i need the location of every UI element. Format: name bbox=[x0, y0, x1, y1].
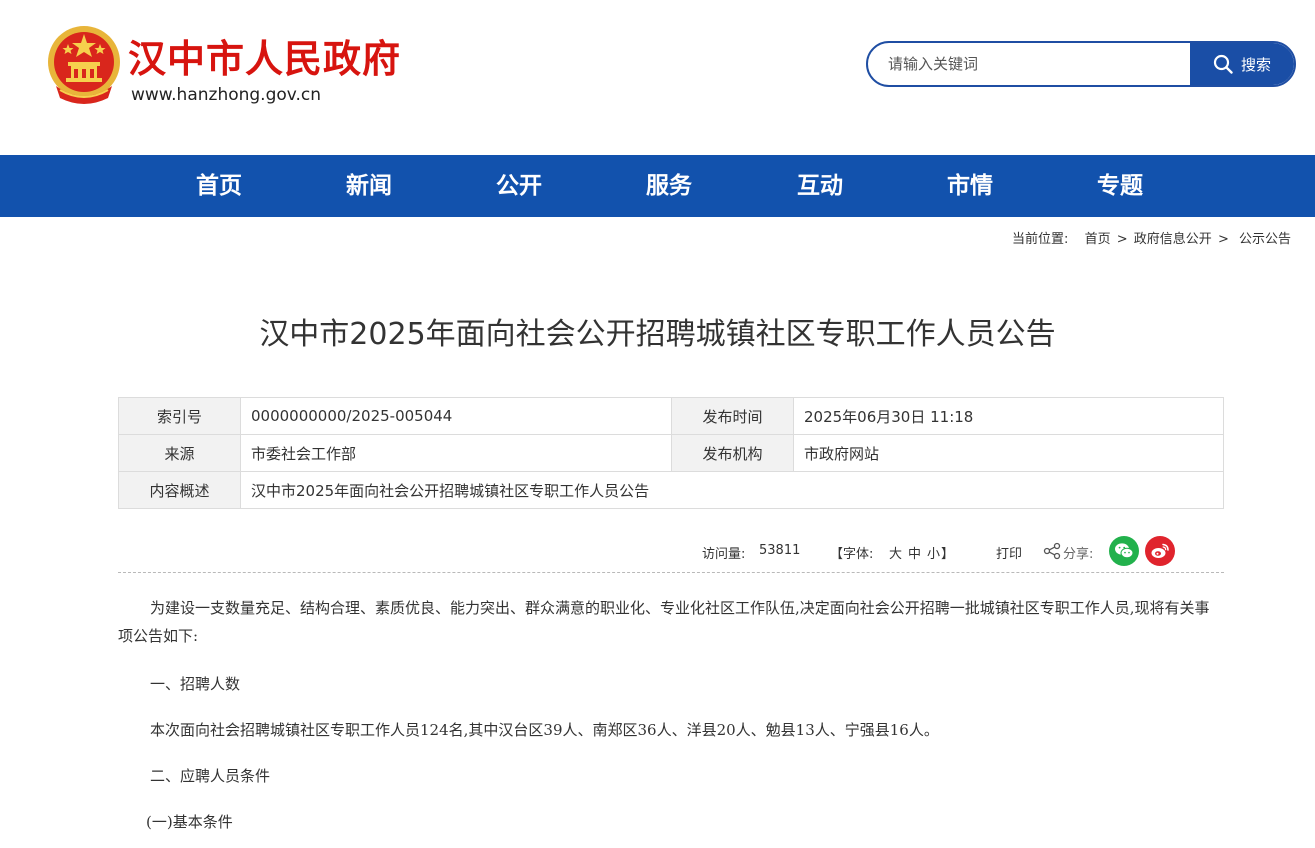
article-meta-table: 索引号 0000000000/2025-005044 发布时间 2025年06月… bbox=[118, 397, 1224, 509]
meta-row: 内容概述 汉中市2025年面向社会公开招聘城镇社区专职工作人员公告 bbox=[118, 471, 1224, 509]
nav-item-interaction[interactable]: 互动 bbox=[760, 155, 880, 217]
breadcrumb-item-announcements[interactable]: 公示公告 bbox=[1239, 232, 1291, 247]
body-heading: 一、招聘人数 bbox=[150, 675, 241, 693]
share-wechat-button[interactable] bbox=[1109, 536, 1139, 566]
body-paragraph: 为建设一支数量充足、结构合理、素质优良、能力突出、群众满意的职业化、专业化社区工… bbox=[118, 599, 1210, 645]
font-size-label: 【字体: bbox=[830, 547, 874, 562]
search-button[interactable]: 搜索 bbox=[1190, 43, 1294, 85]
print-link[interactable]: 打印 bbox=[996, 543, 1022, 562]
nav-item-service[interactable]: 服务 bbox=[609, 155, 729, 217]
search-input[interactable] bbox=[868, 43, 1192, 85]
site-url: www.hanzhong.gov.cn bbox=[131, 85, 322, 105]
meta-row: 来源 市委社会工作部 发布机构 市政府网站 bbox=[118, 434, 1224, 472]
font-size-large[interactable]: 大 bbox=[889, 543, 902, 562]
nav-item-topics[interactable]: 专题 bbox=[1060, 155, 1180, 217]
share-weibo-button[interactable] bbox=[1145, 536, 1175, 566]
body-subheading: (一)基本条件 bbox=[146, 813, 233, 831]
site-title[interactable]: 汉中市人民政府 bbox=[128, 34, 401, 84]
nav-item-open[interactable]: 公开 bbox=[459, 155, 579, 217]
meta-index-label: 索引号 bbox=[118, 397, 241, 435]
body-heading: 二、应聘人员条件 bbox=[150, 767, 271, 785]
meta-publish-time-label: 发布时间 bbox=[671, 397, 794, 435]
body-paragraph: 本次面向社会招聘城镇社区专职工作人员124名,其中汉台区39人、南郑区36人、洋… bbox=[150, 721, 939, 739]
breadcrumb-item-gov-info[interactable]: 政府信息公开 bbox=[1134, 232, 1212, 247]
search-button-label: 搜索 bbox=[1240, 55, 1271, 74]
share-icon bbox=[1043, 542, 1061, 560]
visits-count: 53811 bbox=[759, 543, 801, 558]
meta-publisher-value: 市政府网站 bbox=[793, 434, 1224, 472]
font-size-medium[interactable]: 中 bbox=[908, 543, 921, 562]
breadcrumb: 当前位置: 首页 > 政府信息公开 > 公示公告 bbox=[1010, 228, 1291, 247]
article-title: 汉中市2025年面向社会公开招聘城镇社区专职工作人员公告 bbox=[259, 317, 1056, 352]
national-emblem-icon[interactable] bbox=[46, 24, 122, 106]
site-header: 汉中市人民政府 www.hanzhong.gov.cn 搜索 bbox=[0, 0, 1315, 155]
meta-publish-time-value: 2025年06月30日 11:18 bbox=[793, 397, 1224, 435]
share-label: 分享: bbox=[1063, 547, 1094, 562]
breadcrumb-item-home[interactable]: 首页 bbox=[1085, 232, 1111, 247]
breadcrumb-prefix: 当前位置: bbox=[1012, 232, 1069, 247]
meta-index-value: 0000000000/2025-005044 bbox=[240, 397, 672, 435]
nav-item-news[interactable]: 新闻 bbox=[309, 155, 429, 217]
meta-row: 索引号 0000000000/2025-005044 发布时间 2025年06月… bbox=[118, 397, 1224, 435]
meta-summary-value: 汉中市2025年面向社会公开招聘城镇社区专职工作人员公告 bbox=[240, 471, 1224, 509]
article-tools: 访问量: 53811 【字体: 大 中 小 】 打印 分享: bbox=[0, 536, 1315, 568]
meta-source-value: 市委社会工作部 bbox=[240, 434, 672, 472]
nav-item-city-info[interactable]: 市情 bbox=[910, 155, 1030, 217]
content-divider bbox=[118, 572, 1224, 573]
meta-source-label: 来源 bbox=[118, 434, 241, 472]
wechat-icon bbox=[1115, 543, 1134, 559]
weibo-icon bbox=[1151, 543, 1169, 558]
nav-item-home[interactable]: 首页 bbox=[159, 155, 279, 217]
meta-publisher-label: 发布机构 bbox=[671, 434, 794, 472]
main-nav: 首页 新闻 公开 服务 互动 市情 专题 bbox=[0, 155, 1315, 217]
search-box: 搜索 bbox=[866, 41, 1296, 87]
breadcrumb-separator: > bbox=[1116, 232, 1128, 247]
visits-label: 访问量: bbox=[702, 547, 746, 562]
font-size-small[interactable]: 小 bbox=[927, 543, 940, 562]
meta-summary-label: 内容概述 bbox=[118, 471, 241, 509]
font-size-close: 】 bbox=[941, 547, 955, 562]
search-icon bbox=[1213, 54, 1233, 74]
breadcrumb-separator: > bbox=[1217, 232, 1229, 247]
